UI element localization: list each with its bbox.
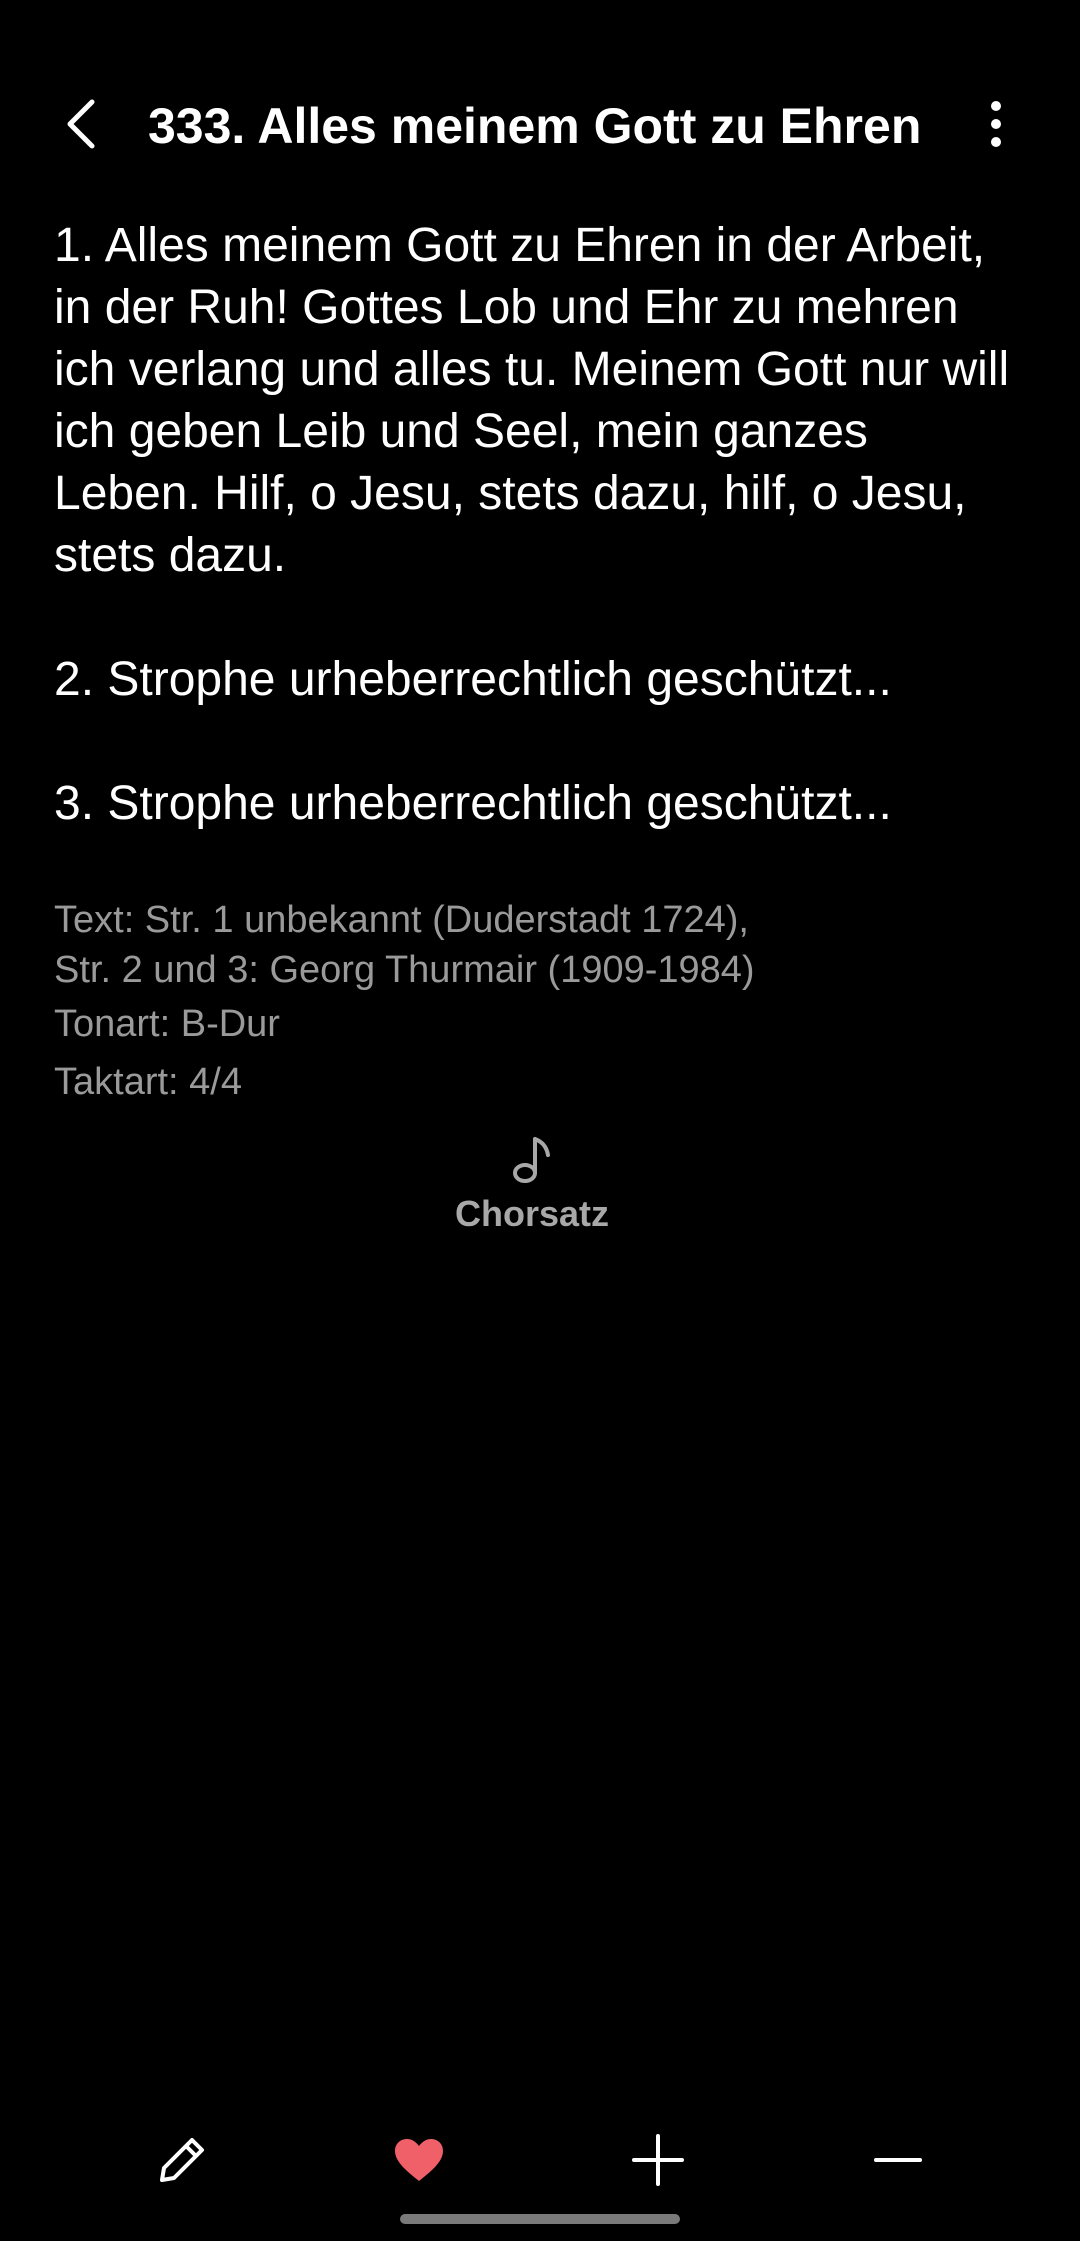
favorite-button[interactable] [364,2110,474,2210]
author-line-1: Text: Str. 1 unbekannt (Duderstadt 1724)… [54,899,749,941]
back-button[interactable] [46,88,118,160]
chorsatz-button[interactable]: Chorsatz [420,1135,644,1265]
home-indicator[interactable] [400,2214,680,2224]
zoom-out-button[interactable] [843,2110,953,2210]
pencil-icon [160,2138,204,2182]
edit-button[interactable] [127,2110,237,2210]
music-note-icon [513,1137,550,1183]
chorsatz-label: Chorsatz [454,1193,610,1234]
verse-1: 1. Alles meinem Gott zu Ehren in der Arb… [54,219,1010,582]
zoom-in-button[interactable] [603,2110,713,2210]
key-signature: Tonart: B-Dur [54,1003,280,1045]
plus-icon [632,2134,684,2186]
page-title: 333. Alles meinem Gott zu Ehren [148,98,922,154]
verse-2: 2. Strophe urheberrechtlich geschützt... [54,653,892,706]
song-metadata: Text: Str. 1 unbekannt (Duderstadt 1724)… [54,895,1014,1111]
author-line-2: Str. 2 und 3: Georg Thurmair (1909-1984) [54,949,755,991]
chevron-left-icon [67,99,95,149]
minus-icon [874,2158,922,2162]
more-options-button[interactable] [960,88,1032,160]
more-vertical-icon [991,101,1001,147]
time-signature: Taktart: 4/4 [54,1061,242,1103]
verse-3: 3. Strophe urheberrechtlich geschützt... [54,777,892,830]
app-bar: 333. Alles meinem Gott zu Ehren [0,60,1080,196]
bottom-toolbar [0,2110,1080,2210]
heart-icon [395,2139,443,2181]
lyrics-content: 1. Alles meinem Gott zu Ehren in der Arb… [54,215,1014,897]
